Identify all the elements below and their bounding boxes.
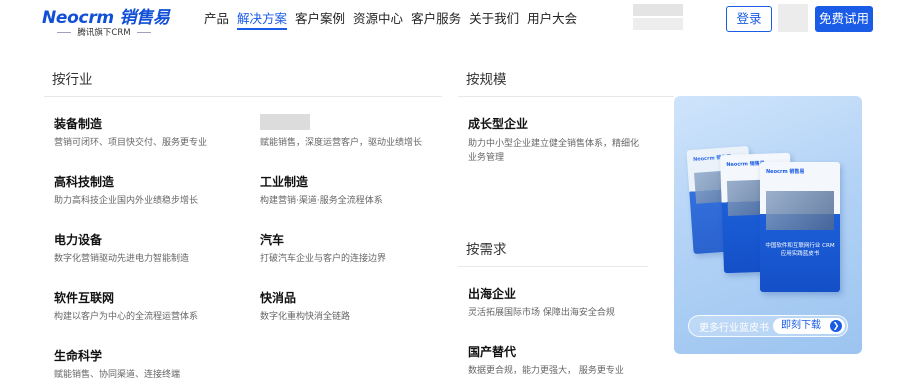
download-now-label: 即刻下载 [781,320,821,331]
nav-user-conference[interactable]: 用户大会 [527,10,577,30]
nav-products[interactable]: 产品 [204,10,229,30]
scale-item-growth[interactable]: 成长型企业 助力中小型企业建立健全销售体系，精细化业务管理 [468,116,648,165]
industry-item-title: 电力设备 [54,233,103,247]
demand-item-overseas[interactable]: 出海企业 灵活拓展国际市场 保障出海安全合规 [468,286,648,319]
demand-item-domestic[interactable]: 国产替代 数据更合规，能力更强大， 服务更专业 [468,344,648,377]
book-cover-image [766,190,834,230]
industry-item-title: 高科技制造 [54,175,115,189]
industry-item-desc: 助力高科技企业国内外业绩稳步增长 [54,196,199,206]
logo-tagline: 腾讯旗下CRM [42,26,166,38]
industry-item-title: 软件互联网 [54,291,115,305]
scale-item-desc: 助力中小型企业建立健全销售体系，精细化业务管理 [468,139,640,163]
free-trial-button[interactable]: 免费试用 [815,6,873,32]
main-nav: 产品 解决方案 客户案例 资源中心 客户服务 关于我们 用户大会 [204,10,585,30]
bluebook-promo-card[interactable]: Neocrm 销售易 Neocrm 销售易 Neocrm 销售易 中国软件和互联… [674,96,862,354]
brand-logo[interactable]: Neocrm 销售易 腾讯旗下CRM [42,3,170,39]
industry-section-title: 按行业 [52,72,93,88]
nav-customer-cases[interactable]: 客户案例 [295,10,345,30]
scale-section-title: 按规模 [466,72,507,88]
promo-action-bar: 更多行业蓝皮书 即刻下载 ❯ [688,315,848,337]
nav-about-us[interactable]: 关于我们 [469,10,519,30]
book-title: 中国软件和互联网行业 CRM应用实践蓝皮书 [765,243,835,258]
industry-item-title: 生命科学 [54,349,103,363]
industry-item-equipment[interactable]: 装备制造 营销可闭环、项目快交付、服务更专业 [54,116,254,149]
scale-divider [458,96,674,97]
industry-item-desc: 构建以客户为中心的全流程运营体系 [54,312,199,322]
more-bluebooks-link[interactable]: 更多行业蓝皮书 [699,319,769,334]
demand-section-title: 按需求 [466,242,507,258]
demand-item-title: 出海企业 [468,287,517,301]
top-navbar: Neocrm 销售易 腾讯旗下CRM 产品 解决方案 客户案例 资源中心 客户服… [0,0,905,46]
industry-item-title: 装备制造 [54,117,103,131]
blurred-industry-title [260,114,310,130]
industry-item-desc: 打破汽车企业与客户的连接边界 [260,254,387,264]
scale-item-title: 成长型企业 [468,117,529,131]
bluebook-cover-front: Neocrm 销售易 中国软件和互联网行业 CRM应用实践蓝皮书 [760,162,840,292]
industry-item-hightech[interactable]: 高科技制造 助力高科技企业国内外业绩稳步增长 [54,174,254,207]
industry-item-desc: 数字化营销驱动先进电力智能制造 [54,254,190,264]
industry-item-desc: 赋能销售、协同渠道、连接终端 [54,370,181,380]
demand-item-title: 国产替代 [468,345,517,359]
industry-item-fmcg[interactable]: 快消品 数字化重构快消全链路 [260,290,460,323]
industry-item-title: 工业制造 [260,175,309,189]
demand-divider [458,266,648,267]
blurred-phone-line-1 [633,4,683,16]
demand-item-desc: 灵活拓展国际市场 保障出海安全合规 [468,308,615,318]
book-brand: Neocrm 销售易 [766,169,805,175]
industry-item-industrial[interactable]: 工业制造 构建营销·渠道·服务全流程体系 [260,174,460,207]
industry-item-desc: 赋能销售，深度运营客户，驱动业绩增长 [260,138,423,148]
nav-solutions[interactable]: 解决方案 [237,10,288,30]
industry-item-lifescience[interactable]: 生命科学 赋能销售、协同渠道、连接终端 [54,348,254,381]
blurred-qr-code [778,4,808,32]
industry-item-power[interactable]: 电力设备 数字化营销驱动先进电力智能制造 [54,232,254,265]
download-now-button[interactable]: 即刻下载 ❯ [773,318,845,334]
industry-item-title: 快消品 [260,291,297,305]
chevron-right-icon: ❯ [830,320,842,332]
industry-item-software[interactable]: 软件互联网 构建以客户为中心的全流程运营体系 [54,290,254,323]
industry-item-auto[interactable]: 汽车 打破汽车企业与客户的连接边界 [260,232,460,265]
industry-item-desc: 数字化重构快消全链路 [260,312,351,322]
logo-wordmark: Neocrm 销售易 [42,8,170,28]
nav-customer-service[interactable]: 客户服务 [411,10,461,30]
industry-divider [44,96,442,97]
book-brand: Neocrm 销售易 [726,160,765,169]
industry-item-title: 汽车 [260,233,285,247]
industry-item-desc: 营销可闭环、项目快交付、服务更专业 [54,138,208,148]
nav-resource-center[interactable]: 资源中心 [353,10,403,30]
demand-item-desc: 数据更合规，能力更强大， 服务更专业 [468,366,624,376]
login-button[interactable]: 登录 [726,6,772,32]
industry-item-desc: 构建营销·渠道·服务全流程体系 [260,196,383,206]
blurred-phone-line-2 [633,18,683,30]
industry-item-redacted[interactable]: 赋能销售，深度运营客户，驱动业绩增长 [260,114,460,149]
